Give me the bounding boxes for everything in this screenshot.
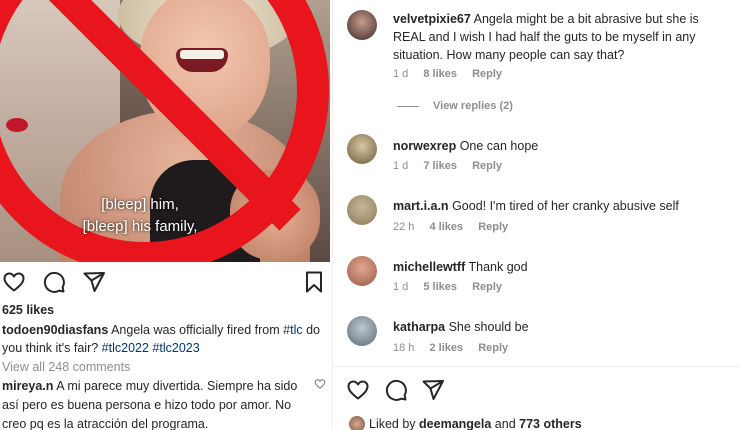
avatar[interactable]: [347, 134, 377, 164]
comment-heart-icon[interactable]: [314, 378, 326, 390]
hashtag-tlc2023[interactable]: #tlc2023: [152, 341, 199, 355]
hashtag-tlc[interactable]: #tlc: [283, 323, 302, 337]
comment-item: michellewtff Thank god: [393, 258, 733, 276]
image-subtitle: [bleep] him, [bleep] his family,: [0, 194, 260, 238]
comment-likes[interactable]: 7 likes: [423, 160, 457, 172]
avatar[interactable]: [347, 256, 377, 286]
avatar[interactable]: [347, 316, 377, 346]
view-all-comments-link[interactable]: View all 248 comments: [2, 360, 130, 374]
comment-item: katharpa She should be: [393, 318, 733, 336]
post-author[interactable]: todoen90diasfans: [2, 323, 108, 337]
comment-time: 22 h: [393, 221, 415, 233]
post-caption: todoen90diasfans Angela was officially f…: [2, 321, 328, 357]
post-action-bar: [0, 268, 330, 294]
view-replies-label: View replies (2): [433, 100, 513, 112]
comment-likes[interactable]: 8 likes: [423, 68, 457, 80]
reply-button[interactable]: Reply: [472, 281, 502, 293]
comment-meta: 18 h 2 likes Reply: [393, 342, 520, 354]
comment-likes[interactable]: 4 likes: [429, 221, 463, 233]
comment-icon[interactable]: [42, 270, 66, 294]
reply-button[interactable]: Reply: [472, 68, 502, 80]
comment-likes[interactable]: 5 likes: [423, 281, 457, 293]
comment-time: 1 d: [393, 68, 409, 80]
caption-text-start: Angela was officially fired from: [111, 323, 280, 337]
preview-comment: mireya.n A mi parece muy divertida. Siem…: [2, 377, 312, 430]
preview-comment-user[interactable]: mireya.n: [2, 379, 53, 393]
liked-by-avatar[interactable]: [349, 416, 365, 430]
comment-text: One can hope: [459, 139, 539, 153]
view-replies-button[interactable]: View replies (2): [397, 100, 513, 112]
post-like-count[interactable]: 625 likes: [2, 303, 54, 317]
comments-panel: velvetpixie67 Angela might be a bit abra…: [332, 0, 740, 430]
hashtag-tlc2022[interactable]: #tlc2022: [102, 341, 149, 355]
heart-icon[interactable]: [2, 270, 26, 294]
reply-button[interactable]: Reply: [478, 221, 508, 233]
post-panel: [bleep] him, [bleep] his family, 625 lik…: [0, 0, 330, 430]
comment-meta: 1 d 7 likes Reply: [393, 160, 514, 172]
comment-user[interactable]: norwexrep: [393, 139, 456, 153]
liked-by-summary: Liked by deemangela and 773 others: [369, 417, 582, 430]
comment-time: 1 d: [393, 281, 409, 293]
share-icon[interactable]: [82, 270, 106, 294]
comment-text: She should be: [448, 320, 529, 334]
comment-item: mart.i.a.n Good! I'm tired of her cranky…: [393, 197, 733, 215]
comment-item: norwexrep One can hope: [393, 137, 733, 155]
comment-likes[interactable]: 2 likes: [429, 342, 463, 354]
bookmark-icon[interactable]: [302, 270, 326, 294]
divider: [333, 366, 740, 367]
replies-divider-line: [397, 105, 419, 107]
reply-button[interactable]: Reply: [478, 342, 508, 354]
liked-by-user[interactable]: deemangela: [419, 417, 491, 430]
comment-icon[interactable]: [384, 378, 408, 402]
avatar[interactable]: [347, 10, 377, 40]
subtitle-line-2: [bleep] his family,: [82, 218, 198, 235]
comment-user[interactable]: katharpa: [393, 320, 445, 334]
comment-text: Good! I'm tired of her cranky abusive se…: [452, 199, 679, 213]
comment-meta: 22 h 4 likes Reply: [393, 221, 520, 233]
comment-item: velvetpixie67 Angela might be a bit abra…: [393, 10, 733, 64]
reply-button[interactable]: Reply: [472, 160, 502, 172]
comment-meta: 1 d 8 likes Reply: [393, 68, 514, 80]
comment-text: Thank god: [468, 260, 528, 274]
comment-user[interactable]: michellewtff: [393, 260, 465, 274]
comment-time: 18 h: [393, 342, 415, 354]
comment-meta: 1 d 5 likes Reply: [393, 281, 514, 293]
liked-by-prefix: Liked by: [369, 417, 416, 430]
share-icon[interactable]: [421, 378, 445, 402]
comment-time: 1 d: [393, 160, 409, 172]
subtitle-line-1: [bleep] him,: [101, 196, 179, 213]
post-image[interactable]: [bleep] him, [bleep] his family,: [0, 0, 330, 262]
liked-by-and: and: [494, 417, 516, 430]
heart-icon[interactable]: [346, 378, 370, 402]
comment-user[interactable]: mart.i.a.n: [393, 199, 449, 213]
avatar[interactable]: [347, 195, 377, 225]
comment-user[interactable]: velvetpixie67: [393, 12, 471, 26]
liked-by-others[interactable]: 773 others: [519, 417, 582, 430]
